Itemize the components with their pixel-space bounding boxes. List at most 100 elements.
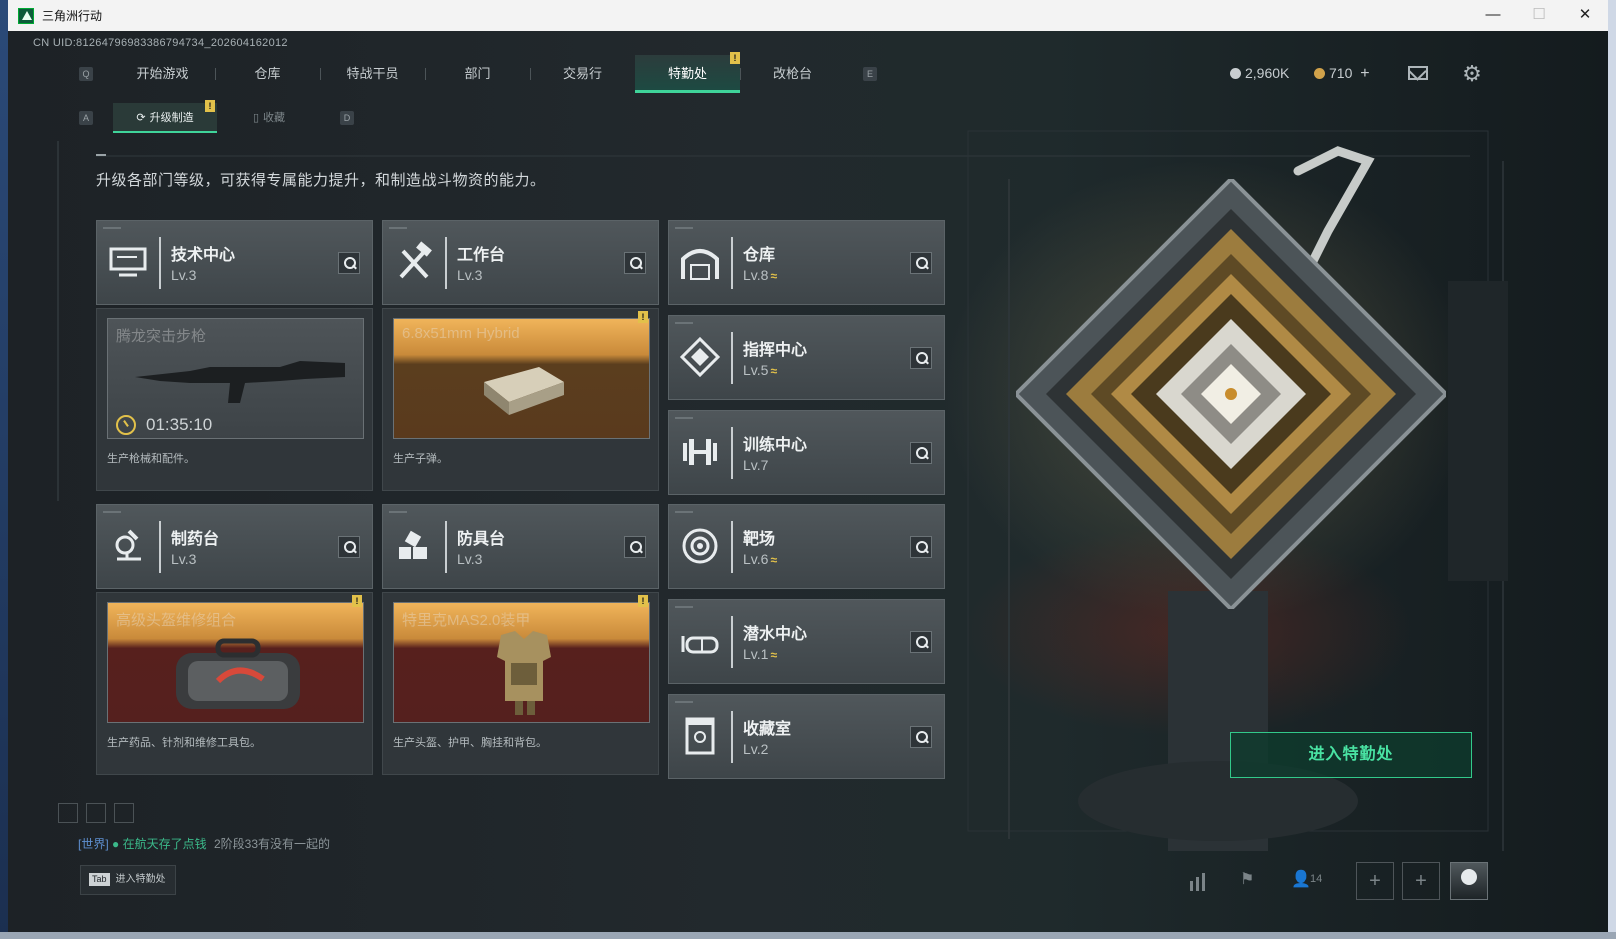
- display-case-icon: [685, 717, 715, 755]
- tab-special-ops[interactable]: 特勤处: [635, 55, 740, 93]
- card-separator: [731, 521, 733, 573]
- flag-icon[interactable]: ⚑: [1240, 869, 1254, 889]
- production-slot-medical[interactable]: 高级头盔维修组合 ! 生产药品、针剂和维修工具包。: [96, 592, 373, 775]
- collection-icon: ▯: [252, 112, 260, 124]
- department-name: 靶场: [743, 531, 776, 548]
- department-card-tech-center[interactable]: 技术中心 Lv.3: [96, 220, 373, 305]
- card-separator: [731, 237, 733, 289]
- department-name: 仓库: [743, 247, 776, 264]
- production-timer: 01:35:10: [116, 415, 212, 435]
- tab-hint[interactable]: Tab 进入特勤处: [80, 865, 176, 895]
- search-icon[interactable]: [338, 252, 360, 274]
- production-slot-armor[interactable]: 特里克MAS2.0装甲 ! 生产头盔、护甲、胸挂和背包。: [382, 592, 659, 775]
- add-teammate-button[interactable]: +: [1402, 862, 1440, 900]
- sub-right-hotkey: D: [340, 111, 354, 125]
- department-level: Lv.3: [457, 267, 483, 283]
- coin-balance[interactable]: 2,960K: [1230, 65, 1289, 81]
- close-button[interactable]: ✕: [1562, 0, 1608, 31]
- production-slot-ammo[interactable]: 6.8x51mm Hybrid ! 生产子弹。: [382, 308, 659, 491]
- production-slot-weapons[interactable]: 腾龙突击步枪 01:35:10 生产枪械和配件。: [96, 308, 373, 491]
- subtab-collection[interactable]: ▯ 收藏: [217, 103, 321, 133]
- card-corner-mark: [389, 227, 407, 229]
- search-icon[interactable]: [338, 536, 360, 558]
- warehouse-icon: [681, 249, 719, 280]
- production-caption: 生产子弹。: [393, 453, 448, 465]
- department-card-collection-room[interactable]: 收藏室 Lv.2: [668, 694, 945, 779]
- friends-count: 14: [1310, 873, 1323, 885]
- chat-channel: [世界]: [78, 837, 109, 851]
- department-name: 收藏室: [743, 721, 792, 738]
- level-text: Lv.8: [743, 267, 769, 283]
- settings-gear-icon[interactable]: ⚙: [1461, 63, 1483, 85]
- department-card-diving-center[interactable]: 潜水中心 Lv.1 ≈: [668, 599, 945, 684]
- tab-start-game[interactable]: 开始游戏: [110, 55, 215, 93]
- gold-coin-icon: [1314, 68, 1325, 79]
- production-item-name: 高级头盔维修组合: [116, 612, 237, 629]
- department-card-training-center[interactable]: 训练中心 Lv.7: [668, 410, 945, 495]
- subtab-upgrade-craft-label: 升级制造: [149, 112, 194, 124]
- card-corner-mark: [675, 701, 693, 703]
- player-avatar[interactable]: [1450, 862, 1488, 900]
- world-chat-line[interactable]: [世界] ● 在航天存了点钱 2阶段33有没有一起的: [78, 835, 330, 852]
- card-separator: [731, 616, 733, 668]
- enter-special-ops-button[interactable]: 进入特勤处: [1230, 732, 1472, 778]
- search-icon[interactable]: [910, 726, 932, 748]
- search-icon[interactable]: [910, 442, 932, 464]
- department-name: 工作台: [457, 247, 506, 264]
- add-teammate-button[interactable]: +: [1356, 862, 1394, 900]
- gold-balance[interactable]: 710 +: [1314, 65, 1370, 83]
- assault-rifle-icon: [135, 361, 345, 403]
- search-icon[interactable]: [910, 252, 932, 274]
- upgrade-craft-notice-badge: !: [205, 100, 215, 112]
- dumbbell-icon: [683, 439, 717, 465]
- ready-badge: !: [352, 595, 362, 607]
- level-text: Lv.1: [743, 646, 769, 662]
- window-title: 三角洲行动: [42, 9, 103, 23]
- tab-departments[interactable]: 部门: [425, 55, 530, 93]
- armor-parts-icon: [399, 530, 427, 559]
- special-ops-cube-artwork: [1013, 176, 1449, 612]
- ready-badge: !: [638, 311, 648, 323]
- card-corner-mark: [675, 606, 693, 608]
- chat-message: 2阶段33有没有一起的: [213, 837, 330, 851]
- department-level: Lv.6 ≈: [743, 551, 777, 567]
- production-caption: 生产头盔、护甲、胸挂和背包。: [393, 737, 547, 749]
- minimize-button[interactable]: —: [1470, 0, 1516, 31]
- command-center-icon: [679, 336, 721, 378]
- quick-slot[interactable]: [58, 803, 78, 823]
- department-card-armor-bench[interactable]: 防具台 Lv.3: [382, 504, 659, 589]
- department-card-shooting-range[interactable]: 靶场 Lv.6 ≈: [668, 504, 945, 589]
- tab-trading[interactable]: 交易行: [530, 55, 635, 93]
- body-armor-icon: [497, 631, 551, 715]
- search-icon[interactable]: [910, 347, 932, 369]
- section-divider: [96, 154, 106, 156]
- gold-amount: 710: [1329, 65, 1353, 81]
- card-corner-mark: [389, 511, 407, 513]
- upgrade-available-icon: ≈: [770, 648, 778, 662]
- monitor-icon: [109, 247, 147, 277]
- quick-slot[interactable]: [114, 803, 134, 823]
- search-icon[interactable]: [624, 536, 646, 558]
- subtab-upgrade-craft[interactable]: ⟳ 升级制造: [113, 103, 217, 133]
- game-viewport: CN UID:8126479698338679473​4_20260416201…: [8, 31, 1608, 932]
- mail-icon[interactable]: [1408, 66, 1428, 80]
- tab-operators[interactable]: 特战干员: [320, 55, 425, 93]
- department-card-command-center[interactable]: 指挥中心 Lv.5 ≈: [668, 315, 945, 400]
- quick-slot[interactable]: [86, 803, 106, 823]
- department-level: Lv.2: [743, 741, 769, 757]
- department-card-workbench[interactable]: 工作台 Lv.3: [382, 220, 659, 305]
- maximize-button[interactable]: ☐: [1516, 0, 1562, 31]
- friends-icon[interactable]: 👤: [1291, 869, 1311, 889]
- search-icon[interactable]: [910, 536, 932, 558]
- search-icon[interactable]: [910, 631, 932, 653]
- department-card-warehouse[interactable]: 仓库 Lv.8 ≈: [668, 220, 945, 305]
- tab-warehouse[interactable]: 仓库: [215, 55, 320, 93]
- desktop-right-edge: [1608, 0, 1616, 939]
- gold-add-button[interactable]: +: [1360, 65, 1369, 82]
- department-card-pharmacy[interactable]: 制药台 Lv.3: [96, 504, 373, 589]
- target-icon: [682, 528, 718, 564]
- stats-chart-icon[interactable]: [1188, 871, 1210, 891]
- tab-gunsmith[interactable]: 改枪台: [740, 55, 845, 93]
- page-description: 升级各部门等级，可获得专属能力提升，和制造战斗物资的能力。: [96, 172, 546, 189]
- search-icon[interactable]: [624, 252, 646, 274]
